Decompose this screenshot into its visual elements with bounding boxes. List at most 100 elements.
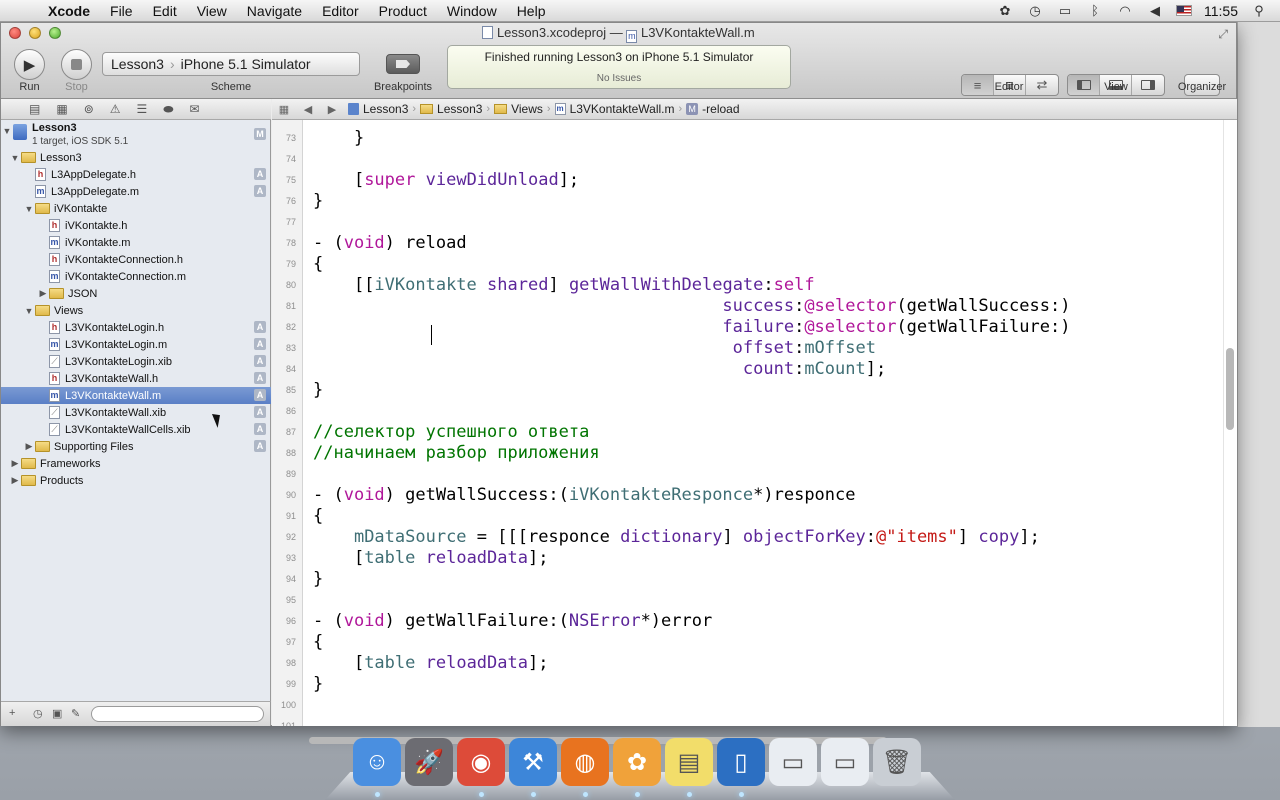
tree-file-row[interactable]: m L3VKontakteLogin.m A	[1, 336, 271, 353]
stop-button[interactable]	[61, 49, 92, 80]
project-navigator-icon[interactable]: ▤	[29, 102, 40, 116]
firefox-icon[interactable]: ◍	[561, 738, 609, 786]
tree-row-label: Lesson3	[40, 151, 82, 164]
tree-group-row[interactable]: ▼ Views	[1, 302, 271, 319]
code-token: {	[313, 254, 324, 274]
tree-group-row[interactable]: ▶ Products	[1, 472, 271, 489]
spotlight-search-icon[interactable]: ⚲	[1250, 3, 1268, 18]
scheme-destination[interactable]: iPhone 5.1 Simulator	[181, 56, 311, 72]
menu-navigate[interactable]: Navigate	[237, 0, 312, 22]
window-title: Lesson3.xcodeproj — m L3VKontakteWall.m	[1, 25, 1236, 43]
breadcrumb-file[interactable]: m L3VKontakteWall.m	[551, 102, 679, 116]
trash-icon[interactable]: 🗑	[873, 738, 921, 786]
symbol-navigator-icon[interactable]: ▦	[56, 102, 67, 116]
menu-app-name[interactable]: Xcode	[38, 0, 100, 22]
tree-file-row[interactable]: ⟋ L3VKontakteWall.xib A	[1, 404, 271, 421]
tree-file-row[interactable]: m iVKontakte.m	[1, 234, 271, 251]
code-token: - (	[313, 485, 344, 505]
tree-group-row[interactable]: ▶ Supporting Files A	[1, 438, 271, 455]
unsaved-files-icon[interactable]: ▣	[52, 707, 62, 720]
back-arrow-icon[interactable]: ◀	[296, 103, 320, 116]
tree-file-row[interactable]: h L3VKontakteLogin.h A	[1, 319, 271, 336]
fullscreen-icon[interactable]: ⤢	[1218, 27, 1228, 42]
breadcrumb-project[interactable]: Lesson3	[344, 102, 412, 116]
finder-icon[interactable]: ☺	[353, 738, 401, 786]
wifi-icon[interactable]: ◠	[1116, 3, 1134, 18]
menu-clock[interactable]: 11:55	[1204, 3, 1238, 19]
project-root[interactable]: ▼ Lesson3 1 target, iOS SDK 5.1 M	[1, 122, 271, 148]
navigator-filter-field[interactable]	[91, 706, 264, 722]
minimized-window-icon[interactable]: ▭	[769, 738, 817, 786]
related-files-icon[interactable]: ▦	[272, 103, 296, 116]
disclosure-closed-icon[interactable]: ▶	[9, 475, 21, 486]
tree-group-row[interactable]: ▼ iVKontakte	[1, 200, 271, 217]
tree-file-row[interactable]: ⟋ L3VKontakteWallCells.xib A	[1, 421, 271, 438]
issue-navigator-icon[interactable]: ⚠	[110, 102, 121, 116]
recent-files-icon[interactable]: ◷	[33, 707, 43, 720]
bluetooth-icon[interactable]: ᛒ	[1086, 3, 1104, 18]
source-editor[interactable]: } [super viewDidUnload];} - (void) reload…	[303, 120, 1223, 726]
menu-file[interactable]: File	[100, 0, 143, 22]
volume-icon[interactable]: ◀	[1146, 3, 1164, 18]
menu-window[interactable]: Window	[437, 0, 507, 22]
input-source-flag-icon[interactable]	[1176, 5, 1192, 16]
breakpoint-navigator-icon[interactable]: ⬬	[163, 102, 173, 117]
breadcrumb-method[interactable]: M -reload	[682, 102, 743, 116]
sync-status-icon[interactable]: ✿	[996, 3, 1014, 18]
project-navigator: ▼ Lesson3 1 target, iOS SDK 5.1 M ▼ Lesso…	[1, 120, 271, 701]
launchpad-icon[interactable]: 🚀	[405, 738, 453, 786]
menu-view[interactable]: View	[187, 0, 237, 22]
tree-group-row[interactable]: ▶ Frameworks	[1, 455, 271, 472]
display-mirroring-icon[interactable]: ▭	[1056, 3, 1074, 18]
code-token: }	[313, 128, 365, 148]
time-machine-icon[interactable]: ◷	[1026, 3, 1044, 18]
tree-row-label: L3VKontakteWallCells.xib	[65, 423, 191, 436]
stickies-icon[interactable]: ▤	[665, 738, 713, 786]
tree-file-row[interactable]: h iVKontakte.h	[1, 217, 271, 234]
tree-group-row[interactable]: ▼ Lesson3	[1, 149, 271, 166]
minimized-window-icon[interactable]: ▭	[821, 738, 869, 786]
tree-file-row[interactable]: ⟋ L3VKontakteLogin.xib A	[1, 353, 271, 370]
tree-file-row[interactable]: m L3VKontakteWall.m A	[1, 387, 271, 404]
tree-file-row[interactable]: m L3AppDelegate.m A	[1, 183, 271, 200]
window-title-separator: —	[609, 25, 623, 40]
vertical-scrollbar-thumb[interactable]	[1226, 348, 1234, 430]
scheme-target[interactable]: Lesson3	[111, 56, 164, 72]
ios-simulator-icon[interactable]: ▯	[717, 738, 765, 786]
breadcrumb-views[interactable]: Views	[490, 102, 547, 116]
menu-product[interactable]: Product	[369, 0, 437, 22]
disclosure-open-icon[interactable]: ▼	[23, 204, 35, 214]
tree-file-row[interactable]: h iVKontakteConnection.h	[1, 251, 271, 268]
debug-navigator-icon[interactable]: ☰	[137, 102, 148, 116]
tree-file-row[interactable]: h L3VKontakteWall.h A	[1, 370, 271, 387]
line-number: 96	[285, 616, 296, 626]
tree-group-row[interactable]: ▶ JSON	[1, 285, 271, 302]
disclosure-closed-icon[interactable]: ▶	[9, 458, 21, 469]
add-file-icon[interactable]: +	[9, 707, 15, 719]
flower-app-icon[interactable]: ✿	[613, 738, 661, 786]
breadcrumb-views-label: Views	[511, 102, 543, 116]
breakpoints-toggle-button[interactable]	[386, 54, 420, 74]
run-button[interactable]: ▶	[14, 49, 45, 80]
code-token: }	[313, 380, 324, 400]
forward-arrow-icon[interactable]: ▶	[320, 103, 344, 116]
disclosure-closed-icon[interactable]: ▶	[37, 288, 49, 299]
disclosure-open-icon[interactable]: ▼	[1, 126, 13, 136]
menu-help[interactable]: Help	[507, 0, 556, 22]
code-token: getWallWithDelegate	[568, 275, 764, 295]
source-control-filter-icon[interactable]: ✎	[71, 707, 80, 720]
scheme-selector[interactable]: Lesson3 › iPhone 5.1 Simulator	[102, 52, 360, 76]
menu-editor[interactable]: Editor	[312, 0, 369, 22]
disclosure-open-icon[interactable]: ▼	[9, 153, 21, 163]
xcode-icon[interactable]: ⚒	[509, 738, 557, 786]
disclosure-closed-icon[interactable]: ▶	[23, 441, 35, 452]
breadcrumb-group[interactable]: Lesson3	[416, 102, 486, 116]
chrome-icon[interactable]: ◉	[457, 738, 505, 786]
disclosure-open-icon[interactable]: ▼	[23, 306, 35, 316]
code-token: offset	[732, 338, 795, 358]
menu-edit[interactable]: Edit	[143, 0, 187, 22]
log-navigator-icon[interactable]: ✉	[190, 102, 200, 116]
search-navigator-icon[interactable]: ⊚	[84, 102, 94, 116]
tree-file-row[interactable]: m iVKontakteConnection.m	[1, 268, 271, 285]
tree-file-row[interactable]: h L3AppDelegate.h A	[1, 166, 271, 183]
